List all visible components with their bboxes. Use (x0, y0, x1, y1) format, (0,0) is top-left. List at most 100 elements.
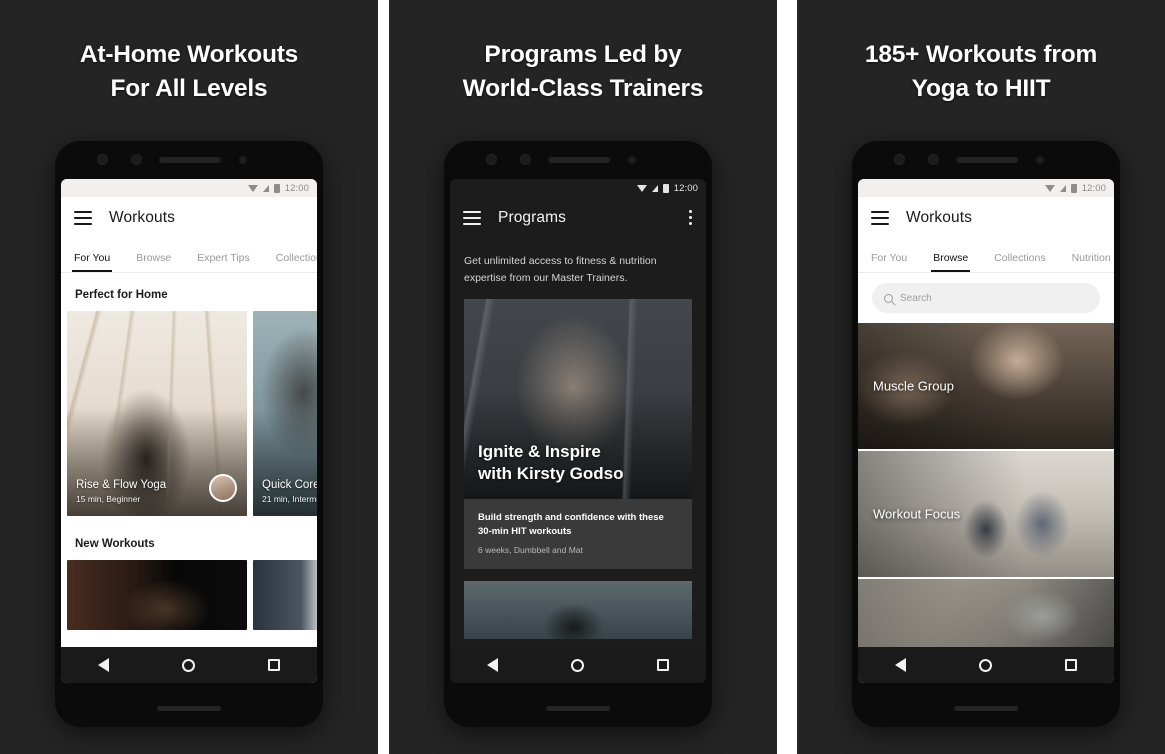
phone-2-screen: 12:00 Programs Get unlimited access to f… (450, 179, 706, 683)
tab-expert-tips[interactable]: Expert Tips (197, 252, 250, 272)
panel-divider-2 (777, 0, 797, 754)
bottom-speaker (546, 706, 610, 711)
workout-card[interactable] (67, 560, 247, 630)
tab-collections[interactable]: Collections (276, 252, 317, 272)
tab-for-you[interactable]: For You (871, 252, 907, 272)
camera-lens-icon (131, 154, 142, 165)
earpiece-speaker (548, 157, 610, 163)
battery-icon (273, 183, 280, 193)
category-label: Muscle Group (873, 378, 954, 394)
section-title-perfect-for-home: Perfect for Home (61, 273, 317, 311)
workout-card-image (67, 560, 247, 630)
earpiece-speaker (159, 157, 221, 163)
tab-browse[interactable]: Browse (136, 252, 171, 272)
search-section: Search (858, 273, 1114, 323)
workout-card[interactable]: Quick Core 21 min, Intermediate (253, 311, 317, 516)
program-card-description: Build strength and confidence with these… (478, 511, 664, 537)
new-workouts-card-row (61, 560, 317, 630)
phone-mockup-2: 12:00 Programs Get unlimited access to f… (444, 141, 712, 727)
hamburger-icon[interactable] (463, 211, 481, 225)
back-icon[interactable] (97, 658, 109, 672)
search-input[interactable]: Search (872, 283, 1100, 313)
panel-at-home-workouts: At-Home Workouts For All Levels 12:00 Wo… (0, 0, 378, 754)
bottom-speaker (954, 706, 1018, 711)
wifi-icon (636, 184, 647, 192)
camera-lens-icon (520, 154, 531, 165)
android-nav-bar-1 (61, 647, 317, 683)
phone-1-top-bezel (55, 141, 323, 179)
workout-card-row: Rise & Flow Yoga 15 min, Beginner Quick … (61, 311, 317, 516)
hamburger-icon[interactable] (74, 211, 92, 225)
bottom-speaker (157, 706, 221, 711)
home-icon[interactable] (181, 658, 195, 672)
recents-icon[interactable] (1065, 659, 1078, 671)
back-icon[interactable] (486, 658, 498, 672)
category-card-third[interactable] (858, 579, 1114, 649)
program-card-meta-block: Build strength and confidence with these… (464, 498, 692, 570)
workout-card-image (253, 560, 317, 630)
phone-3-bottom-bezel (852, 683, 1120, 727)
workout-card-meta: 21 min, Intermediate (262, 494, 317, 504)
page-title: Workouts (109, 209, 175, 226)
status-time: 12:00 (1081, 182, 1106, 194)
category-card-workout-focus[interactable]: Workout Focus (858, 451, 1114, 579)
tab-bar-1: For You Browse Expert Tips Collections (61, 239, 317, 273)
workout-card[interactable]: Rise & Flow Yoga 15 min, Beginner (67, 311, 247, 516)
avatar (209, 474, 237, 502)
battery-icon (1070, 183, 1077, 193)
back-icon[interactable] (894, 658, 906, 672)
tab-browse[interactable]: Browse (931, 252, 971, 272)
hamburger-icon[interactable] (871, 211, 889, 225)
signal-icon (262, 184, 269, 192)
program-card-secondary[interactable] (464, 581, 692, 640)
android-nav-bar-3 (858, 647, 1114, 683)
phone-mockup-1: 12:00 Workouts For You Browse Expert Tip… (55, 141, 323, 727)
phone-3-screen: 12:00 Workouts For You Browse Collection… (858, 179, 1114, 683)
search-placeholder: Search (900, 292, 932, 304)
wifi-icon (1044, 184, 1055, 192)
camera-lens-icon (928, 154, 939, 165)
earpiece-speaker (956, 157, 1018, 163)
panel-divider-1 (378, 0, 389, 754)
wifi-icon (247, 184, 258, 192)
status-bar-1: 12:00 (61, 179, 317, 197)
signal-icon (1059, 184, 1066, 192)
tab-nutrition[interactable]: Nutrition (1072, 252, 1111, 272)
workout-card-caption: Quick Core 21 min, Intermediate (262, 479, 317, 504)
program-card[interactable]: Ignite & Inspire with Kirsty Godso Build… (464, 298, 692, 570)
camera-sensor-icon (894, 154, 905, 165)
program-card-meta: 6 weeks, Dumbbell and Mat (478, 545, 583, 556)
phone-1-screen: 12:00 Workouts For You Browse Expert Tip… (61, 179, 317, 683)
programs-blurb: Get unlimited access to fitness & nutrit… (464, 255, 657, 284)
program-card-title: Ignite & Inspire with Kirsty Godso (478, 442, 624, 483)
kebab-menu-icon[interactable] (689, 210, 692, 225)
signal-icon (651, 184, 658, 192)
program-card-image: Ignite & Inspire with Kirsty Godso (464, 298, 692, 499)
home-icon[interactable] (570, 658, 584, 672)
section-title-new-workouts: New Workouts (61, 516, 317, 560)
status-time: 12:00 (284, 182, 309, 194)
category-card-muscle-group[interactable]: Muscle Group (858, 323, 1114, 451)
app-bar-1: Workouts (61, 197, 317, 239)
page-title: Workouts (906, 209, 972, 226)
phone-mockup-3: 12:00 Workouts For You Browse Collection… (852, 141, 1120, 727)
recents-icon[interactable] (657, 659, 670, 671)
battery-icon (662, 183, 669, 193)
panel-2-headline: Programs Led by World-Class Trainers (462, 41, 704, 102)
android-nav-bar-2 (450, 647, 706, 683)
status-bar-3: 12:00 (858, 179, 1114, 197)
image-scrim (858, 579, 1114, 647)
screenshot-stage: At-Home Workouts For All Levels 12:00 Wo… (0, 0, 1165, 754)
recents-icon[interactable] (268, 659, 281, 671)
workout-card[interactable] (253, 560, 317, 630)
category-label: Workout Focus (873, 506, 961, 522)
proximity-sensor-icon (239, 156, 247, 164)
tab-for-you[interactable]: For You (71, 252, 113, 272)
camera-sensor-icon (97, 154, 108, 165)
phone-1-bottom-bezel (55, 683, 323, 727)
home-icon[interactable] (978, 658, 992, 672)
tab-collections[interactable]: Collections (994, 252, 1045, 272)
panel-3-headline: 185+ Workouts from Yoga to HIIT (864, 41, 1098, 102)
phone-2-bottom-bezel (444, 683, 712, 727)
workout-card-title: Quick Core (262, 479, 317, 491)
